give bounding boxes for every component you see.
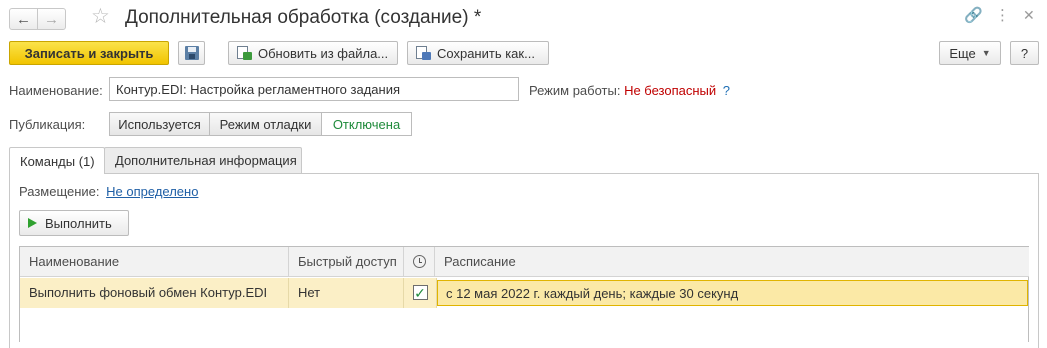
publication-option-disabled[interactable]: Отключена	[321, 112, 412, 136]
forward-button[interactable]: →	[37, 8, 66, 30]
mode-value: Не безопасный	[624, 83, 717, 98]
more-vertical-icon[interactable]: ⋮	[995, 8, 1010, 23]
save-button[interactable]	[178, 41, 205, 65]
update-file-icon	[237, 45, 252, 61]
save-as-icon	[416, 45, 431, 61]
mode-help-link[interactable]: ?	[723, 83, 730, 98]
arrow-right-icon: →	[44, 10, 59, 28]
column-header-scheduled[interactable]	[404, 247, 435, 277]
name-input[interactable]: Контур.EDI: Настройка регламентного зада…	[109, 77, 519, 101]
link-icon[interactable]: 🔗	[964, 8, 983, 23]
clock-icon	[412, 255, 426, 268]
check-icon: ✓	[414, 284, 426, 301]
scheduled-checkbox[interactable]: ✓	[412, 284, 428, 301]
publication-option-used[interactable]: Используется	[109, 112, 210, 136]
more-label: Еще	[949, 45, 976, 61]
help-button[interactable]: ?	[1010, 41, 1039, 65]
save-and-close-label: Записать и закрыть	[24, 45, 154, 61]
floppy-disk-icon	[184, 46, 199, 60]
close-icon[interactable]: ✕	[1023, 8, 1035, 22]
page-title: Дополнительная обработка (создание) *	[125, 7, 482, 28]
arrow-left-icon: ←	[16, 10, 31, 28]
update-from-file-label: Обновить из файла...	[258, 45, 389, 61]
mode-field: Режим работы: Не безопасный ?	[529, 83, 730, 98]
star-icon[interactable]: ☆	[91, 6, 110, 27]
back-button[interactable]: ←	[9, 8, 38, 30]
save-as-button[interactable]: Сохранить как...	[407, 41, 549, 65]
caret-down-icon: ▼	[981, 48, 991, 58]
table-row-quick-access[interactable]: Нет	[289, 278, 404, 308]
table-row-scheduled[interactable]: ✓	[404, 278, 437, 308]
save-and-close-button[interactable]: Записать и закрыть	[9, 41, 169, 65]
play-icon	[28, 218, 37, 228]
publication-label: Публикация:	[9, 117, 86, 132]
table-row-schedule[interactable]: с 12 мая 2022 г. каждый день; каждые 30 …	[437, 280, 1028, 306]
placement-field: Размещение: Не определено	[19, 184, 198, 199]
tab-additional-info[interactable]: Дополнительная информация	[104, 147, 302, 173]
tab-commands[interactable]: Команды (1)	[9, 147, 105, 174]
name-label: Наименование:	[9, 83, 103, 98]
commands-table: Наименование Быстрый доступ Расписание В…	[19, 246, 1029, 342]
help-label: ?	[1020, 45, 1029, 61]
placement-label: Размещение:	[19, 184, 100, 199]
update-from-file-button[interactable]: Обновить из файла...	[228, 41, 398, 65]
placement-link[interactable]: Не определено	[106, 184, 198, 199]
column-header-schedule[interactable]: Расписание	[435, 247, 1029, 277]
column-header-name[interactable]: Наименование	[20, 247, 289, 277]
run-label: Выполнить	[45, 215, 112, 231]
mode-label: Режим работы:	[529, 83, 621, 98]
more-button[interactable]: Еще ▼	[939, 41, 1001, 65]
run-button[interactable]: Выполнить	[19, 210, 129, 236]
publication-option-debug[interactable]: Режим отладки	[209, 112, 322, 136]
column-header-quick-access[interactable]: Быстрый доступ	[289, 247, 404, 277]
save-as-label: Сохранить как...	[437, 45, 535, 61]
table-row-name[interactable]: Выполнить фоновый обмен Контур.EDI	[20, 278, 289, 308]
